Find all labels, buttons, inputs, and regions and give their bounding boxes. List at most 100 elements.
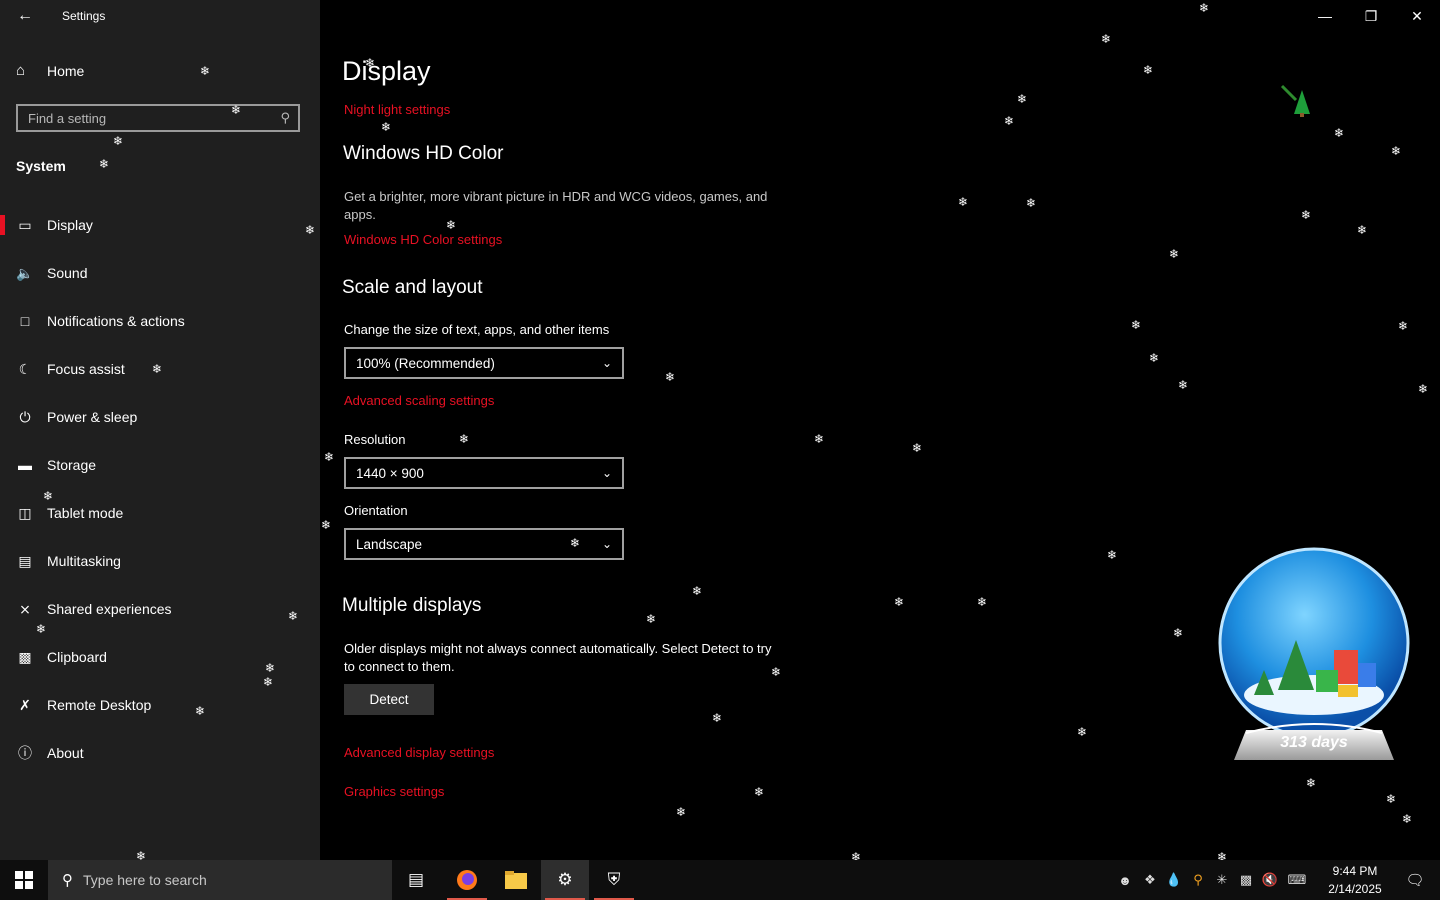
speaker-icon: 🔈 [16, 264, 34, 281]
sidebar-item-display[interactable]: ▭ Display [0, 201, 320, 249]
snowflake-icon: ❄ [305, 223, 316, 237]
hd-color-heading: Windows HD Color [343, 143, 504, 164]
file-explorer-icon[interactable] [492, 860, 540, 900]
snowflake-icon: ❄ [1017, 92, 1028, 106]
monitor-icon: ▭ [18, 216, 32, 233]
chevron-down-icon: ⌄ [601, 466, 612, 480]
restore-icon[interactable]: ❐ [1348, 0, 1394, 32]
clock-date: 2/14/2025 [1328, 882, 1382, 896]
sidebar-item-storage[interactable]: ▬ Storage [0, 441, 320, 489]
snowflake-icon: ❄ [754, 785, 765, 799]
snowflake-icon: ❄ [1107, 548, 1118, 562]
advanced-display-link[interactable]: Advanced display settings [344, 745, 494, 760]
notification-center-icon[interactable]: 🗨 [1396, 860, 1434, 900]
minimize-icon[interactable]: — [1302, 0, 1348, 32]
snowflake-icon: ❄ [231, 103, 242, 117]
resolution-value: 1440 × 900 [356, 465, 424, 481]
search-tray-icon[interactable]: ⚲ [1186, 872, 1210, 888]
sidebar-item-about[interactable]: ⓘ About [0, 729, 320, 777]
snowflake-icon: ❄ [1101, 32, 1112, 46]
sidebar-item-label: Power & sleep [47, 409, 138, 425]
sidebar-item-label: About [47, 745, 84, 761]
keyboard-icon[interactable]: ⌨ [1282, 872, 1312, 888]
sidebar-item-label: Sound [47, 265, 88, 281]
snowflake-icon: ❄ [446, 218, 457, 232]
night-light-link[interactable]: Night light settings [344, 102, 450, 117]
shared-icon: ⨯ [19, 600, 31, 617]
start-button[interactable] [0, 860, 48, 900]
network-icon[interactable]: ▩ [1234, 872, 1258, 888]
orientation-label: Orientation [344, 503, 408, 518]
search-placeholder: Find a setting [28, 110, 107, 126]
sidebar-item-shared-experiences[interactable]: ⨯ Shared experiences [0, 585, 320, 633]
sidebar-item-sound[interactable]: 🔈 Sound [0, 249, 320, 297]
snowflake-icon: ❄ [712, 711, 723, 725]
bluetooth-icon[interactable]: ✳ [1210, 872, 1234, 888]
sidebar-item-multitasking[interactable]: ▤ Multitasking [0, 537, 320, 585]
snowflake-icon: ❄ [265, 661, 276, 675]
snowflake-icon: ❄ [570, 536, 581, 550]
chevron-down-icon: ⌄ [601, 537, 612, 551]
taskbar: ⚲ Type here to search ▤ ⚙ ⛨ ☻ ❖ 💧 ⚲ ✳ ▩ … [0, 860, 1440, 900]
graphics-settings-link[interactable]: Graphics settings [344, 784, 444, 799]
snowflake-icon: ❄ [1418, 382, 1429, 396]
snowflake-icon: ❄ [1199, 1, 1210, 15]
detect-button[interactable]: Detect [344, 684, 434, 715]
snowflake-icon: ❄ [1169, 247, 1180, 261]
firefox-icon[interactable] [443, 860, 491, 900]
snowflake-icon: ❄ [99, 157, 110, 171]
snowflake-icon: ❄ [263, 675, 274, 689]
snowflake-icon: ❄ [324, 450, 335, 464]
sidebar-item-label: Tablet mode [47, 505, 124, 521]
snowflake-icon: ❄ [1301, 208, 1312, 222]
snowflake-icon: ❄ [1334, 126, 1345, 140]
volume-muted-icon[interactable]: 🔇 [1258, 872, 1282, 888]
search-input[interactable]: Find a setting ⚲ [16, 104, 300, 132]
close-icon[interactable]: ✕ [1394, 0, 1440, 32]
snowflake-icon: ❄ [43, 489, 54, 503]
snowflake-icon: ❄ [288, 609, 299, 623]
clipboard-icon: ▩ [18, 648, 32, 665]
chevron-down-icon: ⌄ [601, 356, 612, 370]
task-view-icon[interactable]: ▤ [392, 860, 440, 900]
snowflake-icon: ❄ [1077, 725, 1088, 739]
app-tray-icon[interactable]: ❖ [1138, 872, 1162, 888]
hd-color-description: Get a brighter, more vibrant picture in … [344, 189, 768, 222]
scale-label: Change the size of text, apps, and other… [344, 322, 610, 337]
security-shield-icon[interactable]: ⛨ [590, 860, 638, 900]
snowflake-icon: ❄ [771, 665, 782, 679]
globe-days-text: 313 days [1280, 734, 1348, 751]
home-icon: ⌂ [16, 62, 26, 79]
advanced-scaling-link[interactable]: Advanced scaling settings [344, 393, 494, 408]
back-arrow-icon[interactable]: ← [14, 6, 36, 26]
sidebar-item-label: Focus assist [47, 361, 125, 377]
scale-dropdown[interactable]: 100% (Recommended) ⌄ [344, 347, 624, 379]
snowflake-icon: ❄ [814, 432, 825, 446]
snowflake-icon: ❄ [692, 584, 703, 598]
settings-gear-icon[interactable]: ⚙ [541, 860, 589, 900]
remote-icon: ✗ [19, 696, 31, 713]
snowflake-icon: ❄ [113, 134, 124, 148]
taskbar-search[interactable]: ⚲ Type here to search [48, 860, 392, 900]
snowflake-icon: ❄ [1173, 626, 1184, 640]
orientation-dropdown[interactable]: Landscape ⌄ [344, 528, 624, 560]
system-tray: ☻ ❖ 💧 ⚲ ✳ ▩ 🔇 ⌨ [1112, 860, 1312, 900]
drop-icon[interactable]: 💧 [1162, 872, 1186, 888]
snowflake-icon: ❄ [1306, 776, 1317, 790]
snowflake-icon: ❄ [36, 622, 47, 636]
snowflake-icon: ❄ [646, 612, 657, 626]
info-icon: ⓘ [18, 745, 32, 761]
people-icon[interactable]: ☻ [1112, 873, 1138, 888]
nav-home[interactable]: ⌂ Home [16, 62, 84, 79]
resolution-dropdown[interactable]: 1440 × 900 ⌄ [344, 457, 624, 489]
sidebar-item-notifications[interactable]: □ Notifications & actions [0, 297, 320, 345]
snowflake-icon: ❄ [321, 518, 332, 532]
hd-color-link[interactable]: Windows HD Color settings [344, 232, 502, 247]
clock[interactable]: 9:44 PM 2/14/2025 [1318, 862, 1392, 898]
snowflake-icon: ❄ [195, 704, 206, 718]
snowflake-icon: ❄ [1386, 792, 1397, 806]
page-title: Display [342, 56, 431, 86]
window-title: Settings [62, 9, 106, 23]
sidebar-item-power[interactable]: ⏻ Power & sleep [0, 393, 320, 441]
window-controls: — ❐ ✕ [1302, 0, 1440, 32]
